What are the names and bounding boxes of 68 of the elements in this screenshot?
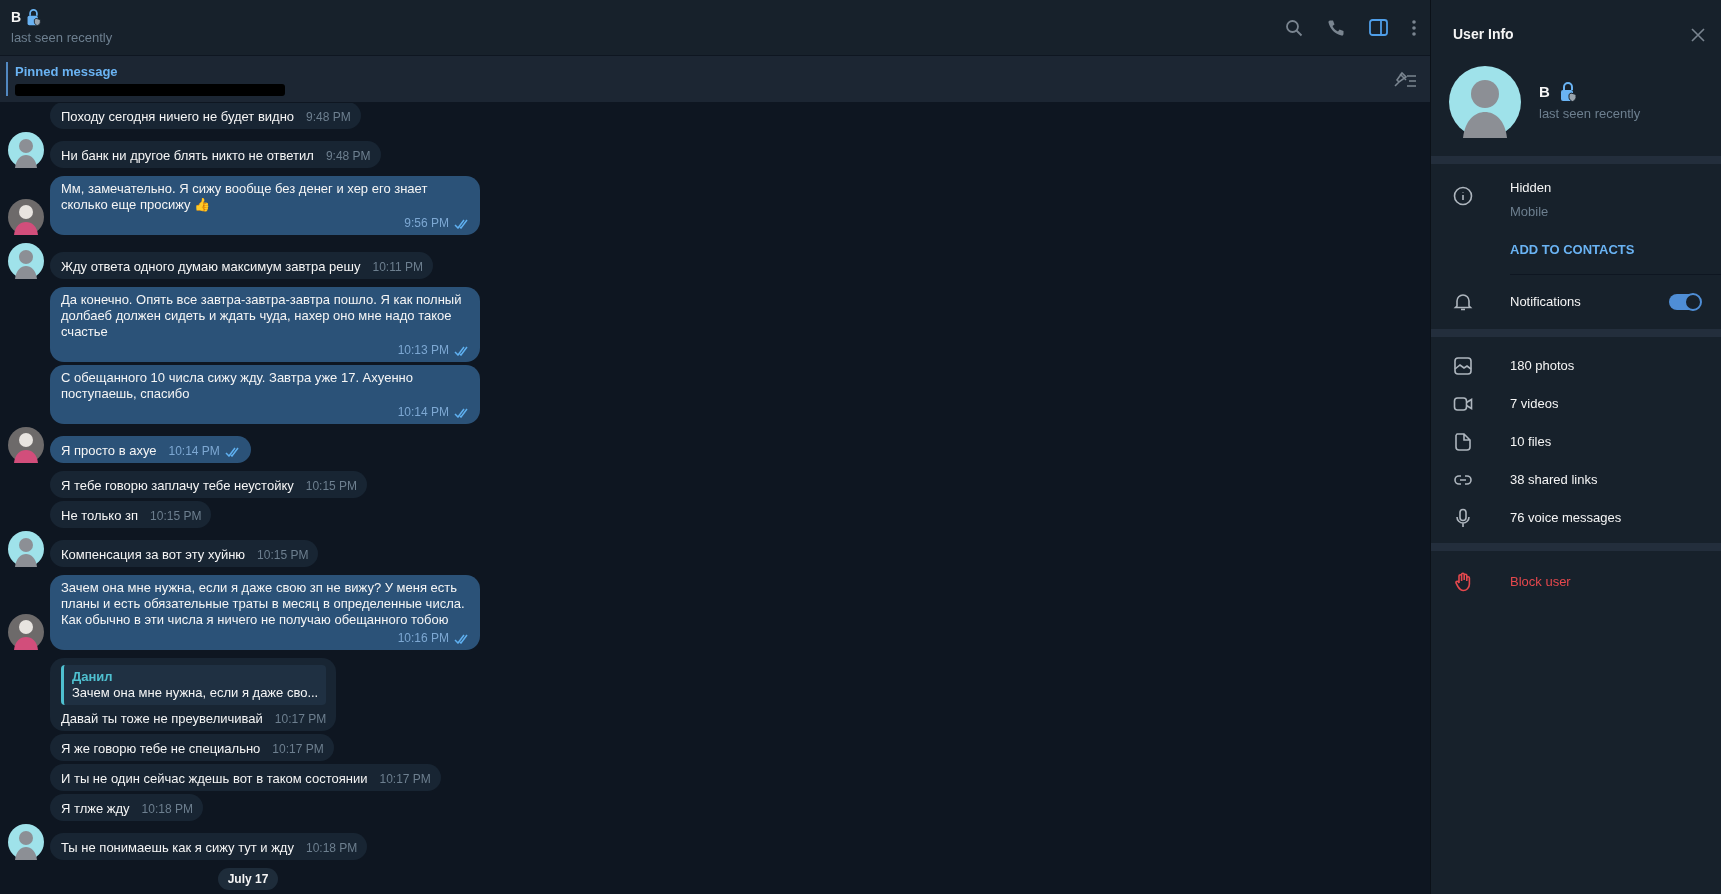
pinned-bar[interactable]: Pinned message — [0, 55, 1430, 103]
message-time: 10:14 PM — [397, 405, 449, 420]
search-icon[interactable] — [1285, 18, 1303, 37]
message-text: Да конечно. Опять все завтра-завтра-завтра пошло. Я как полный долбаеб должен сидеть и ждать чуда, нахер оно мне надо такое счастье — [61, 292, 463, 340]
chat-status: last seen recently — [11, 29, 113, 48]
media-count-link[interactable]: 180 photos — [1510, 355, 1575, 376]
reply-text: Зачем она мне нужна, если я даже сво... — [72, 685, 319, 701]
message-time: 10:15 PM — [305, 479, 358, 494]
message-text: Ни банк ни другое блять никто не ответил — [61, 148, 314, 164]
side-panel-icon[interactable] — [1369, 19, 1388, 36]
file-icon — [1453, 431, 1473, 452]
message-text: Мм, замечательно. Я сижу вообще без денег и хер его знает сколько еще просижу 👍 — [61, 181, 429, 213]
pinned-title: Pinned message — [15, 62, 119, 81]
message-text: Не только зп — [61, 508, 139, 524]
message-text: Я тебе говорю заплачу тебе неустойку — [61, 478, 294, 494]
reply-author: Данил — [72, 669, 114, 685]
message-text: Походу сегодня ничего не будет видно — [61, 109, 295, 125]
message-text: Я же говорю тебе не специально — [61, 741, 261, 757]
profile-avatar — [1449, 66, 1521, 138]
message-text: Жду ответа одного думаю максимум завтра решу — [61, 259, 361, 275]
message-text: Компенсация за вот эту хуйню — [61, 547, 246, 563]
message-time: 10:15 PM — [257, 548, 309, 563]
message-text: Я тлже жду — [61, 801, 130, 817]
message-time: 10:18 PM — [305, 841, 358, 856]
message-time: 9:56 PM — [404, 216, 449, 231]
lock-shield-icon — [25, 9, 43, 27]
message-time: 10:13 PM — [397, 343, 449, 358]
notifications-label: Notifications — [1510, 292, 1582, 311]
message-time: 10:16 PM — [397, 631, 449, 646]
message-time: 10:17 PM — [272, 742, 324, 757]
message-time: 9:48 PM — [306, 110, 351, 125]
message-time: 10:18 PM — [141, 802, 193, 817]
message-text: Давай ты тоже не преувеличивай — [61, 711, 263, 727]
more-icon[interactable] — [1412, 19, 1416, 36]
phone-icon[interactable] — [1327, 18, 1345, 37]
hand-icon — [1453, 571, 1473, 592]
notifications-toggle[interactable] — [1669, 293, 1701, 310]
image-icon — [1453, 355, 1473, 376]
message-time: 9:48 PM — [325, 149, 371, 164]
date-badge: July 17 — [217, 868, 279, 890]
message-time: 10:14 PM — [168, 444, 220, 459]
media-count-link[interactable]: 76 voice messages — [1510, 507, 1622, 528]
message-text: Зачем она мне нужна, если я даже свою зп не вижу? У меня есть планы и есть обязательные траты в месяц в определенные числа. Как обычно в эти числа я ничего не получаю обещанного тобою — [61, 580, 466, 628]
block-user-button[interactable]: Block user — [1510, 571, 1571, 592]
message-time: 10:11 PM — [372, 260, 423, 275]
message-time: 10:17 PM — [379, 772, 431, 787]
message-text: Ты не понимаешь как я сижу тут и жду — [61, 840, 294, 856]
media-count-link[interactable]: 10 files — [1510, 431, 1552, 452]
message-text: С обещанного 10 числа сижу жду. Завтра уже 17. Ахуенно поступаешь, спасибо — [61, 370, 414, 402]
message-time: 10:17 PM — [274, 712, 327, 727]
bell-icon — [1453, 291, 1473, 312]
media-count-link[interactable]: 7 videos — [1510, 393, 1559, 414]
chat-name: B — [11, 8, 22, 28]
reply-quote[interactable]: Данил Зачем она мне нужна, если я даже сво... — [61, 665, 327, 705]
phone-value: Hidden — [1510, 179, 1553, 197]
info-icon — [1453, 186, 1473, 206]
message-time: 10:15 PM — [150, 509, 202, 524]
microphone-icon — [1453, 507, 1473, 528]
message-text: И ты не один сейчас ждешь вот в таком состоянии — [61, 771, 368, 787]
close-icon[interactable] — [1691, 27, 1705, 42]
pin-list-icon[interactable] — [1392, 70, 1418, 88]
media-count-link[interactable]: 38 shared links — [1510, 469, 1598, 490]
profile-name: B — [1539, 82, 1550, 102]
message-text: Я просто в ахуе — [61, 443, 157, 459]
add-to-contacts-link[interactable]: ADD TO CONTACTS — [1510, 240, 1635, 260]
phone-label: Mobile — [1510, 202, 1550, 221]
profile-status: last seen recently — [1539, 104, 1641, 123]
panel-title: User Info — [1453, 25, 1514, 44]
